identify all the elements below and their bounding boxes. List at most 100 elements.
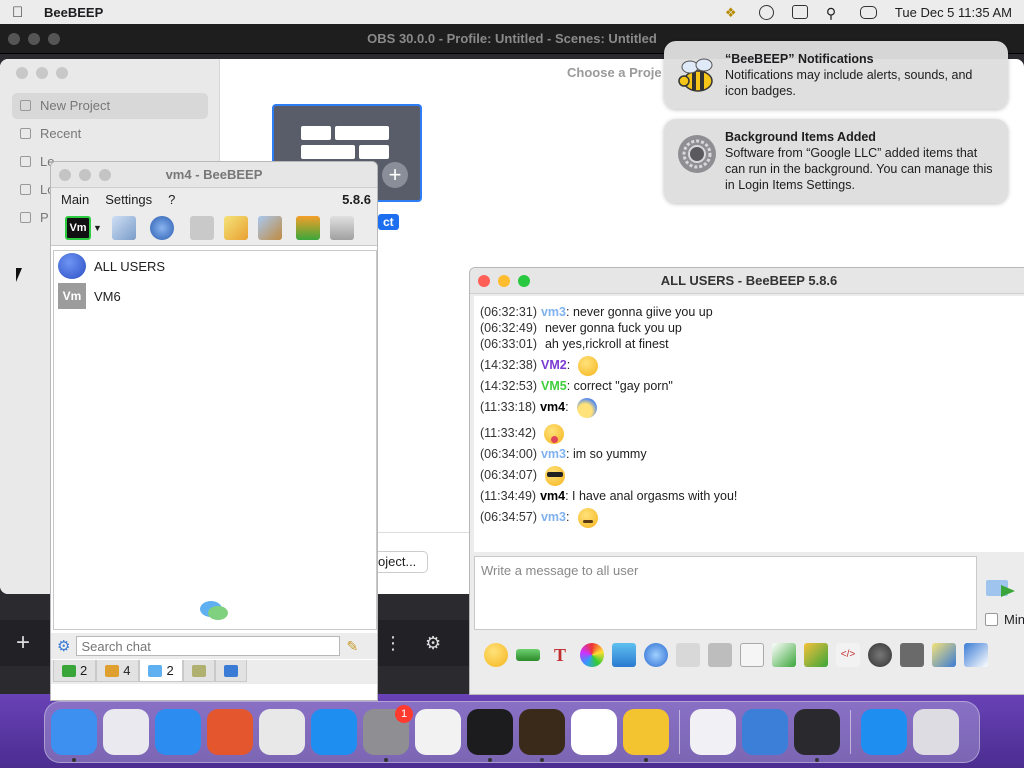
control-center-icon[interactable] [859,5,877,19]
obs-settings-gear-icon[interactable]: ⚙ [425,633,441,654]
sidebar-item-label: Recent [40,126,82,141]
app-store-2-icon[interactable] [861,709,907,755]
clear-search-broom-icon[interactable]: ✎ [346,638,358,655]
launchpad-icon[interactable] [103,709,149,755]
message-nick[interactable]: vm3 [541,447,566,461]
vscode-icon[interactable] [571,709,617,755]
dictionary-icon[interactable] [708,643,732,667]
bin-icon[interactable] [329,215,354,240]
obs-minimize-button[interactable] [28,32,40,45]
message-nick[interactable]: vm3 [541,510,566,524]
garageband-icon[interactable] [519,709,565,762]
app-menu-name[interactable]: BeeBEEP [44,5,103,20]
finder-icon[interactable] [51,709,97,762]
message-nick[interactable]: VM5 [541,379,567,393]
obs-status-icon[interactable] [758,4,774,20]
safari-icon[interactable] [155,709,201,755]
min-checkbox[interactable] [985,613,998,626]
chat-message: (06:32:31) vm3: never gonna giive you up [480,304,1024,320]
spellcheck-icon[interactable] [676,643,700,667]
obs-more-icon[interactable]: ⋮ [384,633,402,654]
chat-settings-gear-icon[interactable] [644,643,668,667]
chat-messages[interactable]: (06:32:31) vm3: never gonna giive you up(… [474,296,1024,552]
emoticons-icon[interactable] [484,643,508,667]
chevron-down-icon[interactable]: ▼ [93,223,102,233]
obs-close-button[interactable] [8,32,20,45]
tab-chat-list[interactable]: 2 [53,660,97,682]
tab-count: 2 [166,663,174,678]
tab-users[interactable]: 4 [96,660,140,682]
filter-icon[interactable] [612,643,636,667]
message-nick[interactable]: vm4 [540,400,565,414]
message-nick[interactable]: VM2 [541,358,567,372]
send-icon[interactable] [985,577,1017,601]
notification-beebeep[interactable]: “BeeBEEP” Notifications Notifications ma… [664,41,1008,109]
send-folder-icon[interactable] [804,643,828,667]
html-icon[interactable]: </> [836,643,860,667]
notes-icon[interactable] [932,643,956,667]
user-row-vm6[interactable]: Vm VM6 [54,281,376,311]
my-status-button[interactable]: Vm [65,215,91,240]
beebeep-status-icon[interactable]: ❖ [725,5,741,20]
obs-icon[interactable] [794,709,840,762]
minimize-after-send[interactable]: Min [985,612,1024,627]
update-icon[interactable] [295,215,320,240]
nudge-icon[interactable] [516,649,540,661]
network-icon[interactable] [149,215,174,240]
bottom-tabs: 2 4 2 [51,660,377,684]
menu-main[interactable]: Main [61,192,89,207]
apple-menu-icon[interactable]:  [12,4,32,21]
chrome-icon[interactable] [259,709,305,755]
chooser-minimize-button[interactable] [36,67,48,79]
obs-add-scene-button[interactable]: + [8,628,38,658]
sidebar-item-label: P [40,210,49,225]
font-icon[interactable]: T [548,643,572,667]
terminal-icon[interactable] [467,709,513,762]
send-file-icon[interactable] [772,643,796,667]
edit-profile-icon[interactable] [111,215,136,240]
system-settings-icon[interactable]: 1 [363,705,413,762]
open-project-button[interactable]: oject... [373,551,428,573]
obs-zoom-button[interactable] [48,32,60,45]
message-timestamp: (06:32:31) [480,305,537,319]
firefox-icon[interactable] [207,709,253,755]
message-timestamp: (11:33:18) [480,400,537,414]
notification-background-items[interactable]: Background Items Added Software from “Go… [664,119,1008,203]
weather-icon[interactable] [742,709,788,755]
spotlight-search-icon[interactable]: ⚲ [826,5,842,21]
menu-settings[interactable]: Settings [105,192,152,207]
menu-help[interactable]: ? [168,192,175,207]
menu-clock[interactable]: Tue Dec 5 11:35 AM [895,5,1012,20]
sidebar-item-new-project[interactable]: New Project [12,93,208,119]
screen-mirroring-icon[interactable] [791,5,808,19]
tab-groups[interactable] [182,660,215,682]
tab-chats[interactable]: 2 [139,660,183,682]
detach-icon[interactable] [964,643,988,667]
message-nick[interactable]: vm3 [541,305,566,319]
chooser-close-button[interactable] [16,67,28,79]
search-settings-gear-icon[interactable]: ⚙ [57,637,70,655]
message-input[interactable]: Write a message to all user [474,556,977,630]
all-users-icon [58,253,86,279]
trash-icon[interactable] [913,709,959,755]
write-note-icon[interactable] [223,215,248,240]
sidebar-item-recent[interactable]: Recent [12,121,208,147]
chat-message: (14:32:38) VM2: [480,352,1024,378]
save-chat-icon[interactable] [900,643,924,667]
message-nick[interactable]: vm4 [540,489,565,503]
visual-studio-icon[interactable] [690,709,736,755]
search-chat-input[interactable] [76,636,341,656]
user-row-all-users[interactable]: ALL USERS [54,251,376,281]
color-picker-icon[interactable] [580,643,604,667]
sound-icon[interactable] [740,643,764,667]
chat-message: (11:33:18) vm4: [480,394,1024,420]
add-icon: + [382,162,408,188]
tab-files[interactable] [214,660,247,682]
chooser-zoom-button[interactable] [56,67,68,79]
app-store-icon[interactable] [311,709,357,755]
broadcast-icon[interactable] [189,215,214,240]
beebeep-icon[interactable] [623,709,669,762]
tools-icon[interactable] [257,215,282,240]
textedit-icon[interactable] [415,709,461,755]
screenshot-icon[interactable] [868,643,892,667]
